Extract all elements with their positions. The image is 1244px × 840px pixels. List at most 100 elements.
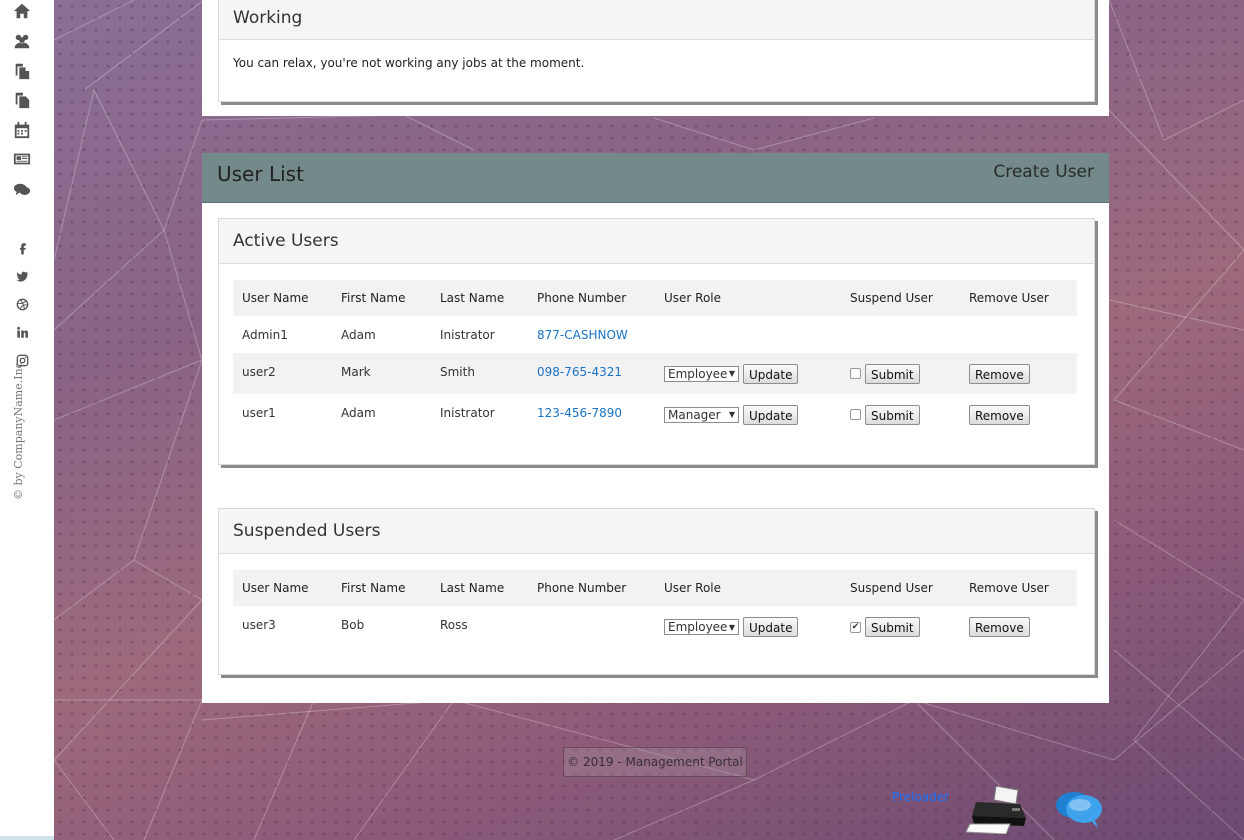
role-select[interactable]: Manager ▼	[664, 406, 739, 423]
chevron-down-icon: ▼	[728, 622, 735, 632]
cell-lastname-text: Ross	[440, 618, 468, 632]
chat-bubble-icon[interactable]	[1054, 788, 1106, 830]
col-lastname: Last Name	[431, 280, 528, 316]
remove-button[interactable]: Remove	[969, 617, 1030, 637]
col-suspend: Suspend User	[841, 280, 960, 316]
submit-button[interactable]: Submit	[865, 404, 920, 425]
files-icon[interactable]	[12, 90, 32, 110]
role-select[interactable]: Employee ▼	[664, 365, 739, 382]
cell-username: user3	[233, 606, 332, 648]
users-icon[interactable]	[12, 31, 32, 51]
cell-lastname: Ross	[431, 606, 528, 648]
col-phone: Phone Number	[528, 570, 655, 606]
cell-username-text: user2	[242, 364, 276, 379]
submit-button[interactable]: Submit	[865, 363, 920, 384]
table-header-row: User Name First Name Last Name Phone Num…	[233, 570, 1077, 606]
cell-lastname-text: Inistrator	[440, 405, 495, 420]
col-suspend: Suspend User	[841, 570, 960, 606]
home-icon[interactable]	[12, 1, 32, 21]
cell-remove: Remove	[960, 394, 1077, 435]
suspend-checkbox[interactable]	[850, 409, 861, 420]
cell-lastname: Inistrator	[440, 327, 495, 342]
col-firstname: First Name	[332, 570, 431, 606]
cell-firstname: Bob	[332, 606, 431, 648]
cell-firstname: Adam	[341, 327, 376, 342]
working-card: Working You can relax, you're not workin…	[202, 0, 1109, 116]
cell-username: user2	[233, 353, 332, 394]
user-list-title: User List	[217, 162, 304, 186]
user-list-header: User List Create User	[202, 153, 1109, 203]
cell-firstname: Mark	[332, 353, 431, 394]
cell-role: Employee ▼ Update	[655, 606, 841, 648]
col-username: User Name	[233, 570, 332, 606]
cell-role	[655, 316, 841, 353]
cell-phone	[528, 606, 655, 648]
cell-suspend: Submit	[841, 353, 960, 394]
user-list-card: User List Create User Active Users User …	[202, 153, 1109, 703]
cell-firstname-text: Mark	[341, 364, 371, 379]
phone-link[interactable]: 098-765-4321	[537, 365, 622, 379]
update-button[interactable]: Update	[743, 363, 799, 384]
active-users-table: User Name First Name Last Name Phone Num…	[233, 280, 1077, 435]
left-icon-rail: © by CompanyName.Inc	[0, 0, 54, 840]
col-remove: Remove User	[960, 280, 1077, 316]
cell-firstname-text: Adam	[341, 405, 376, 420]
role-select[interactable]: Employee ▼	[664, 619, 739, 635]
submit-button[interactable]: Submit	[865, 617, 920, 637]
update-button[interactable]: Update	[743, 404, 799, 425]
copy-icon[interactable]	[12, 61, 32, 81]
active-users-title: Active Users	[219, 219, 1094, 264]
col-lastname: Last Name	[431, 570, 528, 606]
suspended-users-title: Suspended Users	[219, 509, 1094, 554]
col-remove: Remove User	[960, 570, 1077, 606]
create-user-link[interactable]: Create User	[993, 162, 1094, 182]
working-message: You can relax, you're not working any jo…	[233, 56, 585, 70]
cell-username: user1	[233, 394, 332, 435]
table-header-row: User Name First Name Last Name Phone Num…	[233, 280, 1077, 316]
col-phone: Phone Number	[528, 280, 655, 316]
cell-phone: 123-456-7890	[528, 394, 655, 435]
linkedin-icon[interactable]	[12, 322, 32, 342]
table-row: user1 Adam Inistrator 123-456-7890 Manag…	[233, 394, 1077, 435]
facebook-icon[interactable]	[12, 238, 32, 258]
suspend-checkbox-checked[interactable]: ✔	[850, 621, 861, 633]
cell-firstname: Adam	[332, 394, 431, 435]
cell-suspend: Submit	[841, 394, 960, 435]
suspend-checkbox[interactable]	[850, 368, 861, 379]
suspended-users-panel: Suspended Users User Name First Name Las…	[218, 508, 1095, 675]
working-title: Working	[219, 0, 1094, 40]
preloader-link[interactable]: Preloader	[892, 790, 949, 804]
comments-icon[interactable]	[12, 180, 32, 200]
cell-remove	[960, 316, 1077, 353]
chevron-down-icon: ▼	[728, 369, 735, 378]
remove-button[interactable]: Remove	[969, 404, 1030, 425]
phone-link[interactable]: 123-456-7890	[537, 406, 622, 420]
working-panel: Working You can relax, you're not workin…	[218, 0, 1095, 102]
cell-suspend	[841, 316, 960, 353]
calendar-icon[interactable]	[12, 120, 32, 140]
cell-role: Manager ▼ Update	[655, 394, 841, 435]
cell-username-text: user3	[242, 618, 276, 632]
phone-link[interactable]: 877-CASHNOW	[537, 328, 628, 342]
rail-copyright: © by CompanyName.Inc	[12, 362, 25, 500]
cell-firstname-text: Bob	[341, 618, 365, 632]
newspaper-icon[interactable]	[12, 149, 32, 169]
twitter-icon[interactable]	[12, 266, 32, 286]
cell-lastname: Inistrator	[431, 394, 528, 435]
dribbble-icon[interactable]	[12, 294, 32, 314]
active-users-panel: Active Users User Name First Name Last N…	[218, 218, 1095, 465]
table-row: user2 Mark Smith 098-765-4321 Employee ▼ U…	[233, 353, 1077, 394]
remove-button[interactable]: Remove	[969, 363, 1030, 384]
chevron-down-icon: ▼	[728, 410, 735, 419]
table-row: Admin1 Adam Inistrator 877-CASHNOW	[233, 316, 1077, 353]
col-username: User Name	[233, 280, 332, 316]
role-select-value: Employee	[668, 620, 728, 634]
cell-username-text: user1	[242, 405, 276, 420]
printer-icon[interactable]	[965, 785, 1028, 835]
table-row: user3 Bob Ross Employee ▼ Update ✔ Submit R…	[233, 606, 1077, 648]
col-firstname: First Name	[332, 280, 431, 316]
cell-remove: Remove	[960, 353, 1077, 394]
footer-copyright: © 2019 - Management Portal	[563, 747, 747, 777]
cell-suspend: ✔ Submit	[841, 606, 960, 648]
update-button[interactable]: Update	[743, 617, 799, 637]
